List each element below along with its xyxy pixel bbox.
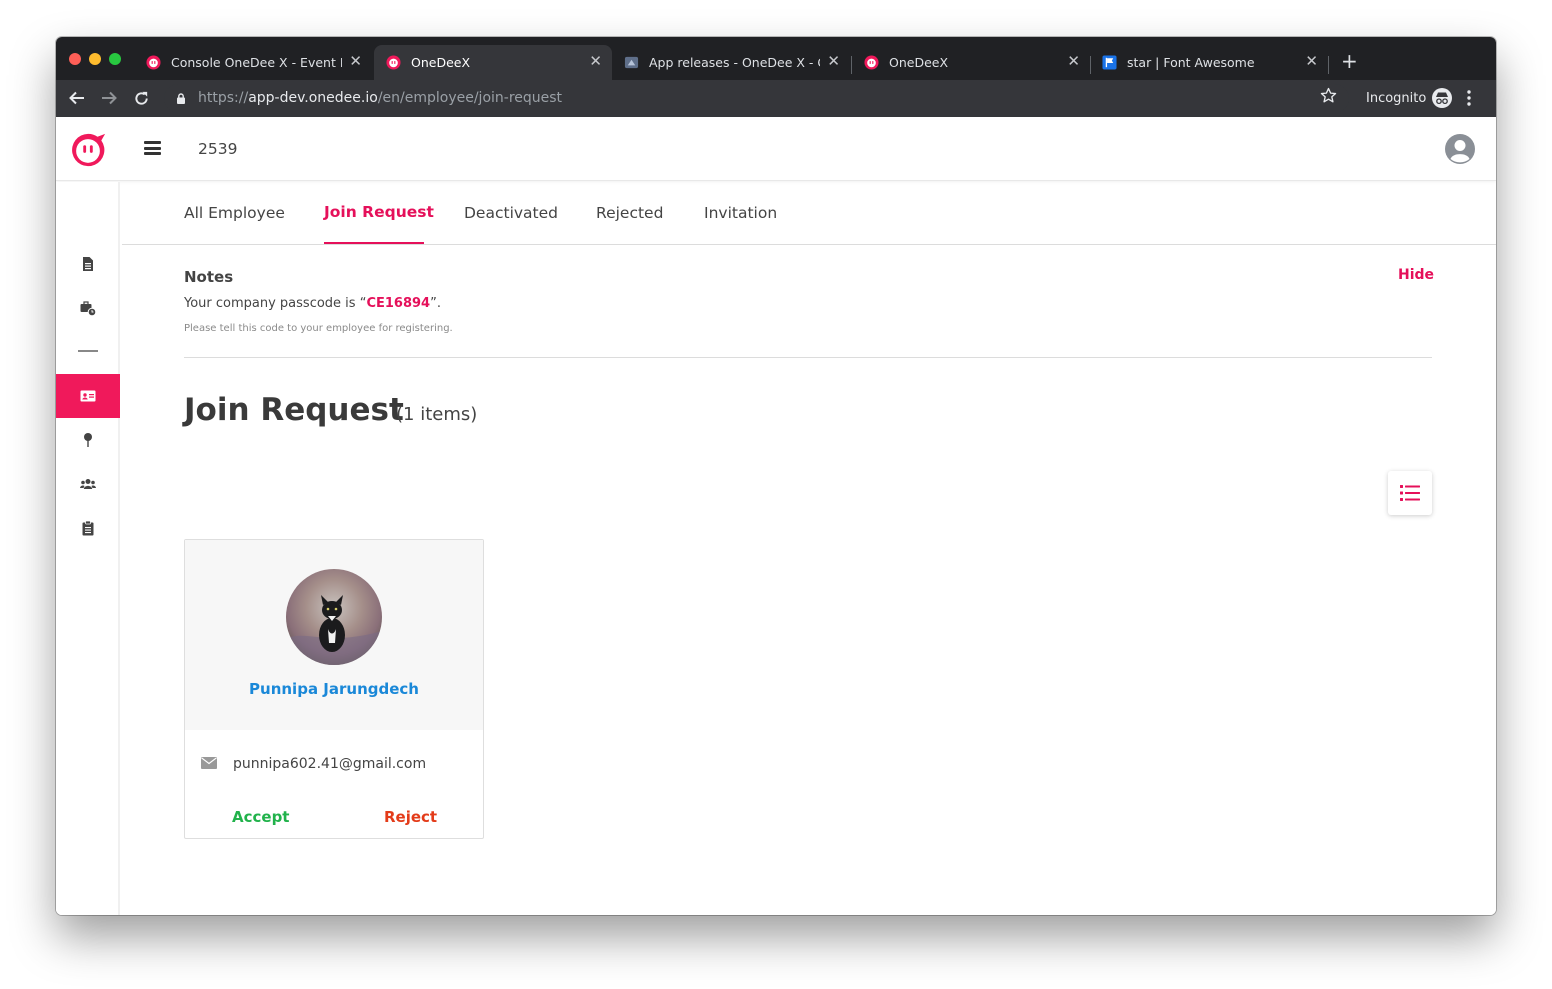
url-scheme: https:// [198,90,249,106]
browser-tab-title: star | Font Awesome [1127,55,1255,70]
id-card-icon [80,390,96,402]
onedee-logo-icon [864,55,879,70]
close-tab-icon[interactable]: ✕ [827,53,840,69]
browser-tab[interactable]: star | Font Awesome ✕ [1090,45,1328,80]
join-request-card: Punnipa Jarungdech punnipa602.41@gmail.c… [184,539,484,839]
browser-tab-active[interactable]: OneDeeX ✕ [374,45,612,80]
close-tab-icon[interactable]: ✕ [589,53,602,69]
notes-hint: Please tell this code to your employee f… [184,323,453,334]
onedee-logo-icon [146,55,161,70]
passcode-line: Your company passcode is “CE16894”. [184,296,441,311]
accept-button[interactable]: Accept [232,808,289,826]
tab-invitation[interactable]: Invitation [704,204,777,222]
lock-icon [177,93,185,104]
app-page: 2539 All Employee Join Request Deactivat… [56,117,1496,915]
address-url[interactable]: https://app-dev.onedee.io/en/employee/jo… [198,90,562,106]
app-releases-icon [624,56,639,69]
onedee-logo-icon [386,55,401,70]
envelope-icon [201,757,217,769]
browser-tab-title: OneDeeX [411,55,471,70]
applicant-email: punnipa602.41@gmail.com [233,756,427,772]
font-awesome-flag-icon [1102,55,1117,70]
sidebar-item-teams[interactable] [56,462,120,506]
sidebar-item-locations[interactable] [56,418,120,462]
passcode-suffix: ”. [430,296,441,311]
passcode-prefix: Your company passcode is “ [184,296,367,311]
company-passcode: CE16894 [366,296,431,311]
address-bar[interactable]: https://app-dev.onedee.io/en/employee/jo… [164,84,1349,113]
active-tab-indicator [324,242,424,244]
briefcase-clock-icon [80,301,96,316]
card-header: Punnipa Jarungdech [185,540,483,730]
close-tab-icon[interactable]: ✕ [1067,53,1080,69]
clipboard-icon [82,520,94,536]
tab-all-employee[interactable]: All Employee [184,204,285,222]
url-path: /en/employee/join-request [377,90,563,106]
applicant-avatar [286,569,382,665]
company-id: 2539 [198,140,238,158]
sidebar-item-documents[interactable] [56,242,120,286]
sidebar-item-work-hours[interactable] [56,286,120,330]
list-view-button[interactable] [1388,471,1432,515]
onedee-brand-logo[interactable] [69,131,107,169]
notes-title: Notes [184,268,234,286]
incognito-label: Incognito [1366,91,1427,106]
incognito-icon[interactable] [1432,88,1452,108]
tab-join-request[interactable]: Join Request [324,203,434,221]
browser-toolbar: https://app-dev.onedee.io/en/employee/jo… [56,80,1496,117]
employee-tabs: All Employee Join Request Deactivated Re… [122,182,1496,245]
document-icon [83,257,93,271]
forward-arrow-icon[interactable] [100,89,118,107]
user-avatar-icon[interactable] [1444,133,1476,165]
browser-tab-title: App releases - OneDee X - Google [649,55,820,70]
reject-button[interactable]: Reject [384,808,437,826]
close-tab-icon[interactable]: ✕ [1305,53,1318,69]
sidebar-divider [78,350,98,352]
applicant-name[interactable]: Punnipa Jarungdech [185,680,483,698]
app-header: 2539 [56,117,1496,181]
page-title: Join Request [184,392,404,428]
window-zoom-button[interactable] [109,53,121,65]
users-icon [80,479,96,489]
sidebar-item-reports[interactable] [56,506,120,550]
close-tab-icon[interactable]: ✕ [349,53,362,69]
reload-icon[interactable] [133,90,150,107]
browser-tab[interactable]: App releases - OneDee X - Google ✕ [612,45,850,80]
hide-notes-link[interactable]: Hide [1398,267,1434,283]
browser-tab[interactable]: OneDeeX ✕ [852,45,1090,80]
browser-tab-title: OneDeeX [889,55,949,70]
item-count: (1 items) [396,404,478,425]
browser-menu-icon[interactable] [1466,90,1472,106]
tab-deactivated[interactable]: Deactivated [464,204,558,222]
new-tab-button[interactable]: + [1341,51,1358,71]
browser-tab[interactable]: Console OneDee X - Event Log ✕ [134,45,372,80]
window-minimize-button[interactable] [89,53,101,65]
list-icon [1400,485,1420,501]
url-host: app-dev.onedee.io [248,90,378,106]
tab-rejected[interactable]: Rejected [596,204,663,222]
tab-separator [1328,56,1329,74]
browser-tab-strip: Console OneDee X - Event Log ✕ OneDeeX ✕… [56,37,1496,80]
browser-tab-title: Console OneDee X - Event Log [171,55,342,70]
back-arrow-icon[interactable] [68,89,86,107]
bookmark-star-icon[interactable] [1320,87,1337,104]
map-pin-icon [84,433,92,447]
hamburger-menu-icon[interactable] [144,141,161,155]
window-close-button[interactable] [69,53,81,65]
notes-divider [184,357,1432,358]
sidebar [56,182,120,915]
browser-window: Console OneDee X - Event Log ✕ OneDeeX ✕… [56,37,1496,915]
sidebar-item-employee[interactable] [56,374,120,418]
